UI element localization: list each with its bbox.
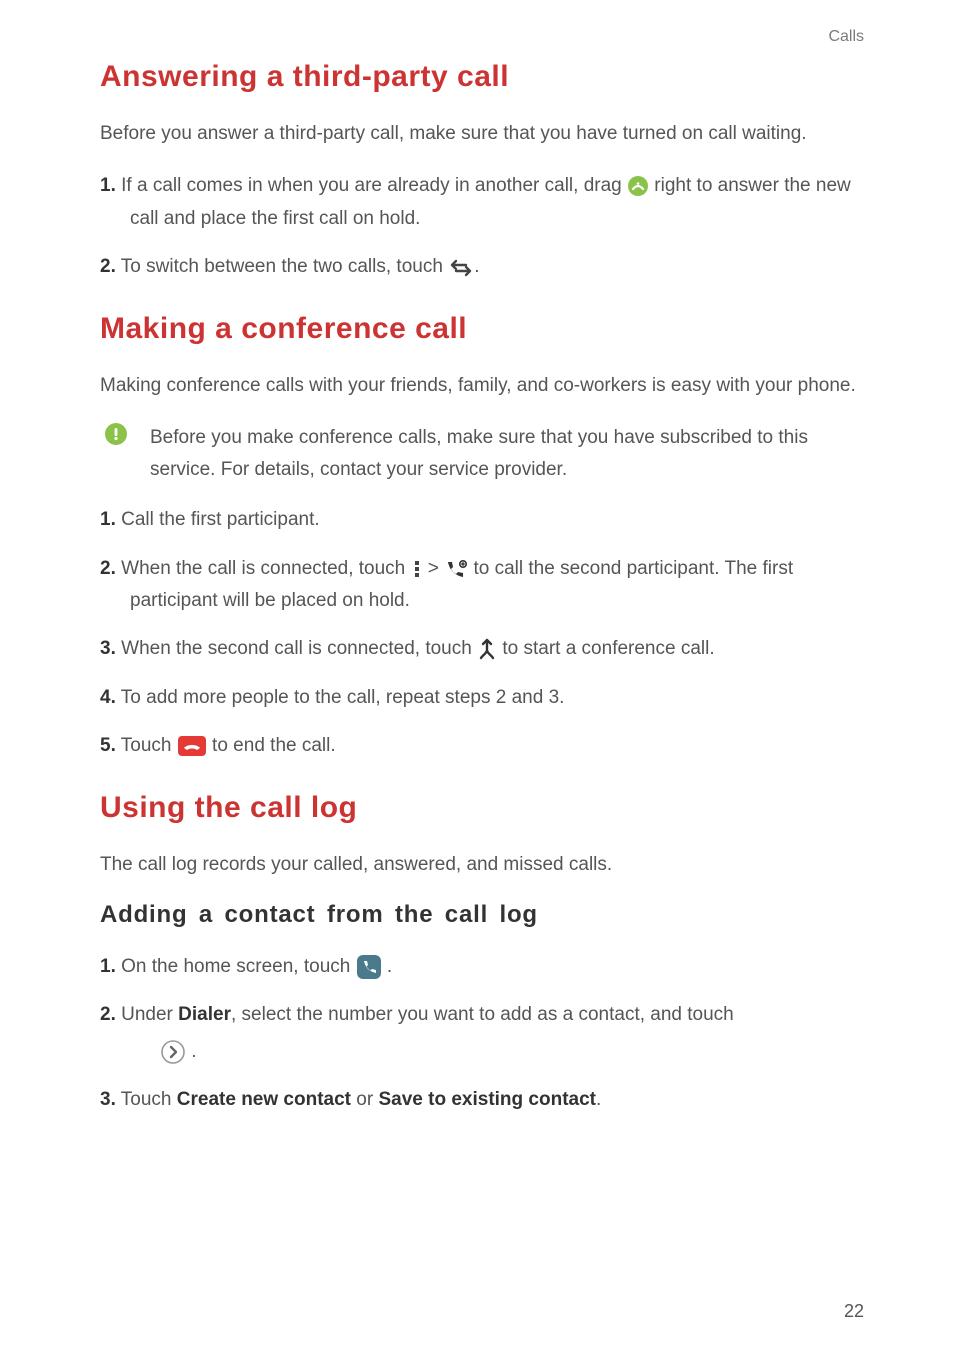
- step-text: Touch: [116, 1089, 177, 1110]
- section-title-call-log: Using the call log: [100, 791, 864, 825]
- info-icon: [104, 422, 128, 446]
- step-text: .: [474, 256, 479, 277]
- overflow-menu-icon: [411, 553, 423, 585]
- step-item: 1. Call the first participant.: [100, 504, 864, 536]
- step-item: 2. When the call is connected, touch > t…: [100, 553, 864, 618]
- chevron-circle-icon: [160, 1036, 186, 1068]
- step-text: .: [596, 1089, 601, 1110]
- subsection-title-add-contact: Adding a contact from the call log: [100, 901, 864, 929]
- step-item: 3. When the second call is connected, to…: [100, 633, 864, 665]
- step-text: Call the first participant.: [116, 509, 320, 530]
- step-text: To switch between the two calls, touch: [116, 256, 448, 277]
- step-item: 5. Touch to end the call.: [100, 730, 864, 762]
- section-title-conference: Making a conference call: [100, 312, 864, 346]
- steps-list-section1: 1. If a call comes in when you are alrea…: [100, 170, 864, 283]
- step-text: , select the number you want to add as a…: [231, 1004, 734, 1025]
- intro-paragraph-3: The call log records your called, answer…: [100, 849, 864, 881]
- steps-list-section3: 1. On the home screen, touch . 2. Under …: [100, 951, 864, 1117]
- ui-label-create-contact: Create new contact: [177, 1089, 351, 1110]
- step-number: 2.: [100, 558, 116, 579]
- step-number: 4.: [100, 687, 116, 708]
- dialer-app-icon: [356, 951, 382, 983]
- step-item: 2. Under Dialer, select the number you w…: [100, 999, 864, 1068]
- step-number: 5.: [100, 735, 116, 756]
- step-text: When the call is connected, touch: [116, 558, 411, 579]
- steps-list-section2: 1. Call the first participant. 2. When t…: [100, 504, 864, 762]
- step-text: To add more people to the call, repeat s…: [116, 687, 565, 708]
- info-note: Before you make conference calls, make s…: [100, 422, 864, 487]
- intro-paragraph-2: Making conference calls with your friend…: [100, 370, 864, 402]
- info-note-text: Before you make conference calls, make s…: [142, 422, 864, 487]
- step-text: .: [382, 956, 393, 977]
- page-number: 22: [844, 1301, 864, 1322]
- step-text: or: [351, 1089, 378, 1110]
- swap-calls-icon: [448, 251, 474, 283]
- step-text: Under: [116, 1004, 178, 1025]
- step-number: 3.: [100, 639, 116, 660]
- step-item: 2. To switch between the two calls, touc…: [100, 251, 864, 283]
- breadcrumb: Calls: [828, 28, 864, 46]
- ui-label-save-contact: Save to existing contact: [378, 1089, 596, 1110]
- step-number: 1.: [100, 509, 116, 530]
- answer-drag-icon: [627, 170, 649, 202]
- end-call-icon: [177, 730, 207, 762]
- step-number: 1.: [100, 956, 116, 977]
- step-item: 1. If a call comes in when you are alrea…: [100, 170, 864, 235]
- step-item: 3. Touch Create new contact or Save to e…: [100, 1084, 864, 1116]
- section-title-answering: Answering a third-party call: [100, 60, 864, 94]
- step-text: >: [423, 558, 445, 579]
- step-text: On the home screen, touch: [116, 956, 356, 977]
- ui-label-dialer: Dialer: [178, 1004, 231, 1025]
- step-number: 2.: [100, 1004, 116, 1025]
- intro-paragraph-1: Before you answer a third-party call, ma…: [100, 118, 864, 150]
- step-text: Touch: [116, 735, 177, 756]
- step-text: .: [186, 1041, 197, 1062]
- step-text: to start a conference call.: [497, 639, 715, 660]
- step-text: to end the call.: [207, 735, 336, 756]
- step-number: 2.: [100, 256, 116, 277]
- step-text: When the second call is connected, touch: [116, 639, 477, 660]
- merge-calls-icon: [477, 633, 497, 665]
- step-item: 1. On the home screen, touch .: [100, 951, 864, 983]
- step-text: If a call comes in when you are already …: [116, 175, 627, 196]
- step-number: 3.: [100, 1089, 116, 1110]
- step-item: 4. To add more people to the call, repea…: [100, 682, 864, 714]
- add-call-icon: [444, 553, 468, 585]
- step-number: 1.: [100, 175, 116, 196]
